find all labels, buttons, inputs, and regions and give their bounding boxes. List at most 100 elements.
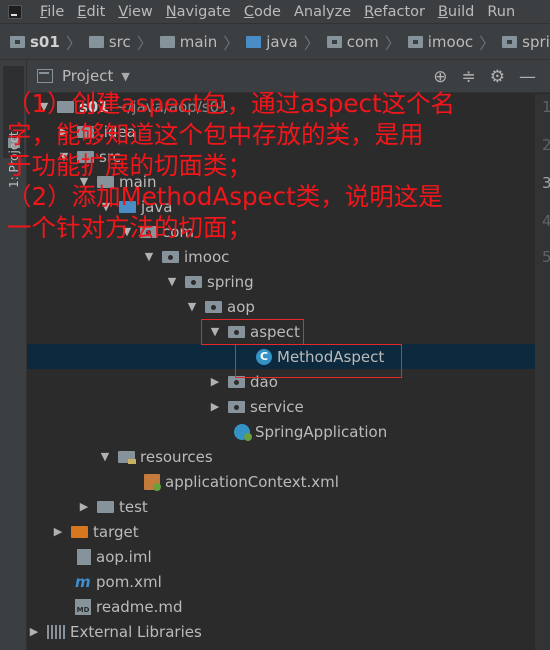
tree-row-pom[interactable]: m pom.xml: [27, 569, 535, 594]
package-icon: [140, 225, 157, 238]
expand-arrow-icon[interactable]: ▼: [57, 150, 71, 163]
highlight-box-methodaspect: [235, 344, 402, 378]
tree-row-label: applicationContext.xml: [165, 472, 339, 491]
folder-icon: [159, 35, 175, 48]
folder-icon: [77, 125, 94, 138]
tree-row-main[interactable]: ▼ main: [27, 169, 535, 194]
breadcrumb-item-imooc[interactable]: imooc 〉: [407, 30, 502, 54]
tree-row-label: target: [93, 522, 139, 541]
expand-arrow-icon[interactable]: ▼: [77, 175, 91, 188]
tree-row-external-libraries[interactable]: ▶ External Libraries: [27, 619, 535, 644]
editor-gutter: 1 2 3 4 5: [535, 94, 550, 650]
menu-file[interactable]: File: [40, 4, 64, 20]
tree-row-com[interactable]: ▼ com: [27, 219, 535, 244]
breadcrumb-item-src[interactable]: src 〉: [88, 30, 160, 54]
intellij-logo-icon: [8, 4, 22, 19]
tree-row-src[interactable]: ▼ src: [27, 144, 535, 169]
tree-row-label: readme.md: [96, 597, 183, 616]
menu-run[interactable]: Run: [487, 4, 515, 20]
package-icon: [502, 35, 518, 48]
line-number: 5: [542, 248, 550, 266]
breadcrumb-item-com[interactable]: com 〉: [326, 30, 408, 54]
package-icon: [407, 35, 423, 48]
expand-arrow-icon[interactable]: ▶: [27, 625, 41, 638]
tree-row-label: aop.iml: [96, 547, 152, 566]
line-number: 3: [542, 174, 550, 192]
expand-arrow-icon[interactable]: ▶: [208, 400, 222, 413]
tree-row-label: pom.xml: [96, 572, 162, 591]
tree-row-springapplication[interactable]: SpringApplication: [27, 419, 535, 444]
breadcrumb-item-spring[interactable]: spring〉: [502, 30, 550, 54]
tree-row-idea[interactable]: ▶ .idea: [27, 119, 535, 144]
tree-row-test[interactable]: ▶ test: [27, 494, 535, 519]
folder-icon: [77, 150, 94, 163]
tree-row-label: .idea: [99, 122, 136, 141]
tree-row-aop-iml[interactable]: aop.iml: [27, 544, 535, 569]
menu-edit[interactable]: Edit: [77, 4, 105, 20]
tree-row-resources[interactable]: ▼ resources: [27, 444, 535, 469]
expand-arrow-icon[interactable]: ▶: [57, 125, 71, 138]
package-icon: [228, 400, 245, 413]
expand-arrow-icon[interactable]: ▼: [99, 200, 113, 213]
breadcrumb-item-java[interactable]: java 〉: [246, 30, 326, 54]
menu-view[interactable]: View: [118, 4, 152, 20]
expand-arrow-icon[interactable]: ▼: [142, 250, 156, 263]
tree-row-spring[interactable]: ▼ spring: [27, 269, 535, 294]
folder-icon: [88, 35, 104, 48]
locate-icon[interactable]: ⊕: [433, 67, 447, 87]
tree-row-label: com: [162, 222, 195, 241]
line-number: 4: [542, 212, 550, 230]
project-panel-header: Project ▼ ⊕ ≑ ⚙ —: [27, 60, 550, 93]
tree-row-service[interactable]: ▶ service: [27, 394, 535, 419]
expand-arrow-icon[interactable]: ▶: [51, 525, 65, 538]
tree-row-target[interactable]: ▶ target: [27, 519, 535, 544]
collapse-all-icon[interactable]: ≑: [462, 67, 476, 87]
tree-row-imooc[interactable]: ▼ imooc: [27, 244, 535, 269]
chevron-down-icon[interactable]: ▼: [121, 70, 129, 83]
expand-arrow-icon[interactable]: ▼: [165, 275, 179, 288]
expand-arrow-icon[interactable]: ▼: [37, 100, 51, 113]
tree-row-label: src: [99, 147, 121, 166]
package-icon: [205, 300, 222, 313]
breadcrumb-item-main[interactable]: main 〉: [159, 30, 247, 54]
tree-row-aop[interactable]: ▼ aop: [27, 294, 535, 319]
package-icon: [185, 275, 202, 288]
expand-arrow-icon[interactable]: ▼: [185, 300, 199, 313]
menu-code[interactable]: Code: [244, 4, 281, 20]
folder-icon: [97, 500, 114, 513]
excluded-folder-icon: [71, 525, 88, 538]
expand-arrow-icon[interactable]: ▶: [77, 500, 91, 513]
minimize-icon[interactable]: —: [519, 67, 536, 87]
menu-analyze[interactable]: Analyze: [294, 4, 351, 20]
source-folder-icon: [119, 200, 136, 213]
menu-build[interactable]: Build: [438, 4, 474, 20]
tree-row-applicationcontext[interactable]: applicationContext.xml: [27, 469, 535, 494]
highlight-box-aspect: [201, 319, 304, 345]
expand-arrow-icon[interactable]: ▶: [208, 375, 222, 388]
left-tool-strip: 1: Project: [0, 60, 27, 650]
library-icon: [47, 624, 65, 639]
expand-arrow-icon[interactable]: ▼: [98, 450, 112, 463]
tree-row-java[interactable]: ▼ java: [27, 194, 535, 219]
line-number: 1: [542, 98, 550, 116]
iml-file-icon: [77, 548, 91, 565]
breadcrumb: s01〉 src〉 main〉 java〉 com〉 imooc〉 spring…: [0, 23, 550, 60]
maven-icon: m: [75, 572, 91, 591]
module-folder-icon: [10, 35, 25, 48]
gear-icon[interactable]: ⚙: [490, 67, 505, 87]
tree-row-s01[interactable]: ▼ s01 ~/java/aop/s01: [27, 94, 535, 119]
menu-navigate[interactable]: Navigate: [166, 4, 231, 20]
resources-folder-icon: [118, 450, 136, 464]
tree-row-readme[interactable]: MD readme.md: [27, 594, 535, 619]
spring-xml-icon: [144, 473, 161, 491]
tree-row-label: aop: [227, 297, 255, 316]
spring-class-icon: [234, 423, 252, 441]
tree-row-label: External Libraries: [70, 622, 202, 641]
menu-refactor[interactable]: Refactor: [364, 4, 425, 20]
menu-bar: File Edit View Navigate Code Analyze Ref…: [0, 0, 550, 23]
breadcrumb-item-s01[interactable]: s01 〉: [10, 30, 89, 54]
tree-row-label: test: [119, 497, 148, 516]
expand-arrow-icon[interactable]: ▼: [120, 225, 134, 238]
project-panel-title[interactable]: Project: [62, 67, 113, 85]
project-tab-label[interactable]: 1: Project: [7, 131, 21, 188]
